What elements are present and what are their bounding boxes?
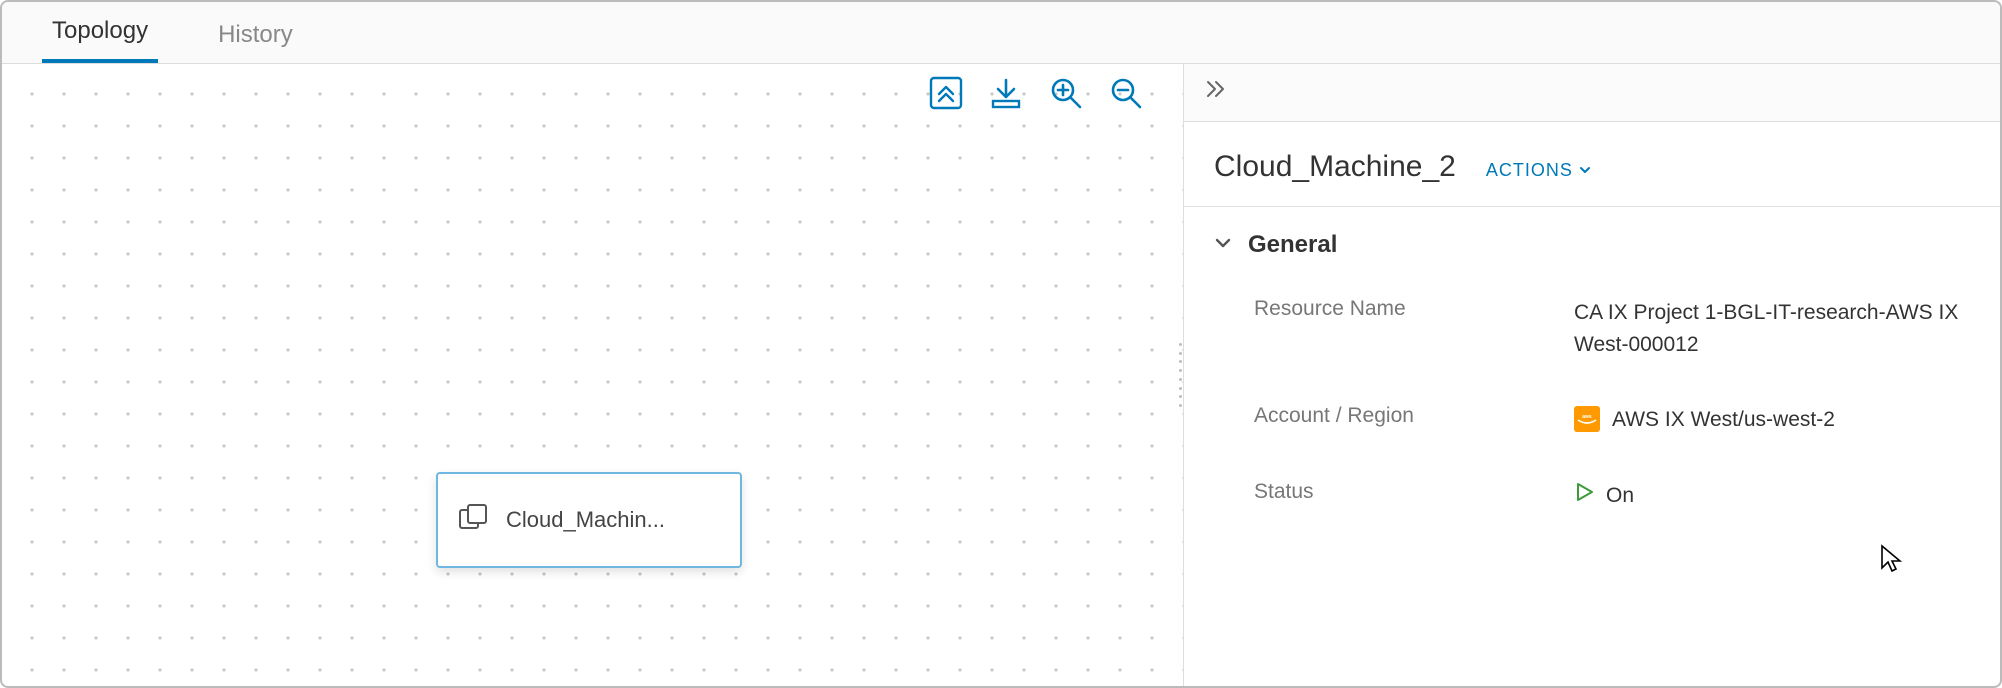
topology-node-cloud-machine[interactable]: Cloud_Machin... [436,472,742,568]
field-value: On [1574,480,1970,512]
resource-name-value: CA IX Project 1-BGL-IT-research-AWS IX W… [1574,297,1970,360]
account-region-value: AWS IX West/us-west-2 [1612,404,1835,436]
chevron-down-icon [1214,234,1232,257]
tab-bar: Topology History [2,2,2000,64]
details-panel: Cloud_Machine_2 ACTIONS General [1184,64,2000,686]
field-label: Status [1254,480,1574,512]
actions-dropdown[interactable]: ACTIONS [1486,160,1591,181]
panel-resize-handle[interactable] [1176,340,1184,410]
field-resource-name: Resource Name CA IX Project 1-BGL-IT-res… [1254,297,1970,360]
section-general-toggle[interactable]: General [1214,231,1970,259]
field-status: Status On [1254,480,1970,512]
svg-text:aws: aws [1582,414,1592,420]
status-value: On [1606,480,1634,512]
chevron-down-icon [1579,160,1591,181]
expand-panel-icon[interactable] [1204,78,1226,107]
panel-header: Cloud_Machine_2 ACTIONS [1184,122,2000,207]
zoom-in-icon[interactable] [1049,76,1083,110]
field-value: CA IX Project 1-BGL-IT-research-AWS IX W… [1574,297,1970,360]
panel-title: Cloud_Machine_2 [1214,150,1456,184]
panel-top-bar [1184,64,2000,122]
canvas-toolbar [929,76,1143,110]
section-title: General [1248,231,1337,259]
general-fields: Resource Name CA IX Project 1-BGL-IT-res… [1214,297,1970,511]
collapse-all-icon[interactable] [929,76,963,110]
topology-canvas[interactable]: Cloud_Machin... [2,64,1184,686]
node-label: Cloud_Machin... [506,507,720,533]
power-on-icon [1574,480,1594,512]
actions-label: ACTIONS [1486,160,1573,181]
download-icon[interactable] [989,76,1023,110]
tab-history[interactable]: History [208,5,303,63]
aws-icon: aws [1574,406,1600,432]
section-general: General Resource Name CA IX Project 1-BG… [1184,207,2000,565]
field-value: aws AWS IX West/us-west-2 [1574,404,1970,436]
field-account-region: Account / Region aws AWS IX West/us-west… [1254,404,1970,436]
content-area: Cloud_Machin... Cloud_Machine_2 ACTION [2,64,2000,686]
app-window: Topology History [0,0,2002,688]
vm-icon [458,503,488,538]
zoom-out-icon[interactable] [1109,76,1143,110]
field-label: Account / Region [1254,404,1574,436]
tab-topology[interactable]: Topology [42,1,158,63]
field-label: Resource Name [1254,297,1574,360]
